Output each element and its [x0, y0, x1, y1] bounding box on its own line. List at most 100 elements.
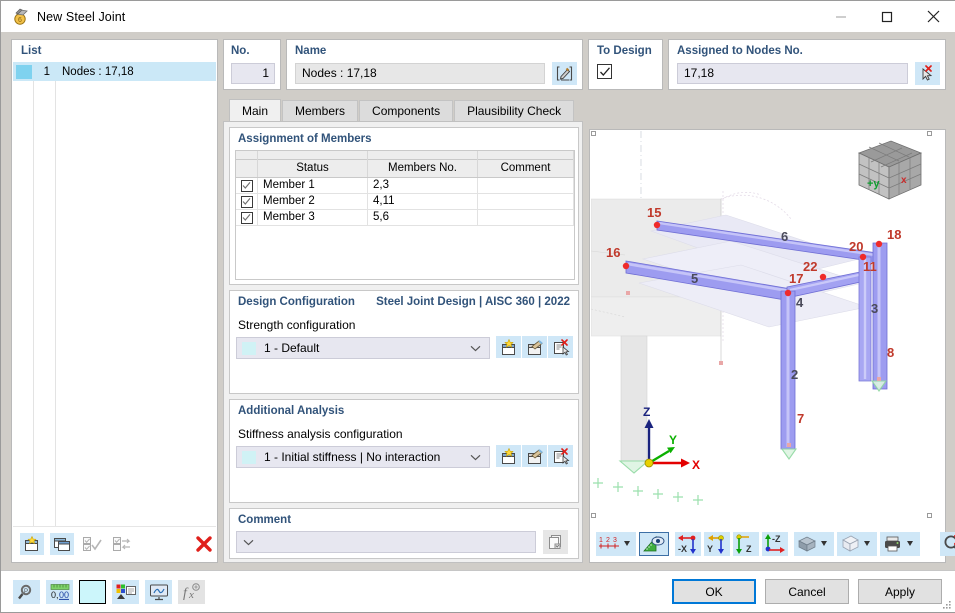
table-row[interactable]: Member 3 5,6: [236, 210, 574, 226]
table-row[interactable]: Member 1 2,3: [236, 178, 574, 194]
to-design-checkbox[interactable]: [597, 64, 612, 79]
viewport-handle[interactable]: [591, 513, 596, 518]
svg-text:2: 2: [791, 367, 798, 382]
pick-cursor-icon[interactable]: [915, 62, 940, 85]
maximize-button[interactable]: [864, 1, 910, 32]
select-all-button[interactable]: [80, 533, 104, 555]
delete-item-button[interactable]: [192, 533, 216, 555]
render-mode-button[interactable]: [639, 532, 669, 556]
row-checkbox[interactable]: [240, 195, 253, 208]
view-z-button[interactable]: Z: [733, 532, 759, 556]
color-swatch-button[interactable]: [79, 579, 106, 604]
display-properties-button[interactable]: [112, 579, 139, 604]
column-header-members-no: Members No.: [368, 160, 478, 177]
svg-text:3: 3: [871, 301, 878, 316]
row-checkbox[interactable]: [240, 211, 253, 224]
table-row[interactable]: Member 2 4,11: [236, 194, 574, 210]
tab-members[interactable]: Members: [282, 100, 359, 121]
formula-button[interactable]: f x: [178, 579, 205, 604]
units-button[interactable]: 0, 00: [46, 579, 73, 604]
name-input[interactable]: Nodes : 17,18: [295, 63, 545, 84]
delete-stiffness-configuration-button[interactable]: [548, 445, 573, 467]
assigned-nodes-label: Assigned to Nodes No.: [677, 45, 803, 57]
model-3d-view[interactable]: 15 16 18 20 11 22 17 7 8 6 5 4 2 3 Z X Y…: [591, 131, 932, 518]
assigned-nodes-input[interactable]: 17,18: [677, 63, 908, 84]
row-members-no: 4,11: [368, 194, 478, 209]
tab-components[interactable]: Components: [359, 100, 454, 121]
comment-group: Comment: [229, 508, 579, 559]
svg-text:P: P: [23, 589, 27, 595]
resize-grip[interactable]: [942, 599, 952, 609]
name-panel: Name Nodes : 17,18: [286, 39, 583, 90]
view-minus-x-button[interactable]: -X: [675, 532, 701, 556]
list-item-label: Nodes : 17,18: [62, 65, 134, 78]
zoom-reset-button[interactable]: [940, 532, 955, 556]
graphic-settings-button[interactable]: [145, 579, 172, 604]
list-panel-label: List: [21, 45, 42, 57]
numbering-button[interactable]: 1 2 3: [596, 532, 636, 556]
list-item-color-swatch: [16, 64, 32, 79]
copy-item-button[interactable]: [50, 533, 74, 555]
ok-button[interactable]: OK: [672, 579, 756, 604]
number-input[interactable]: 1: [231, 63, 275, 84]
tab-main[interactable]: Main: [229, 99, 282, 121]
new-item-button[interactable]: [20, 533, 44, 555]
apply-button[interactable]: Apply: [858, 579, 942, 604]
svg-text:Z: Z: [746, 544, 752, 554]
stiffness-configuration-value: 1 - Initial stiffness | No interaction: [264, 450, 441, 464]
new-steel-joint-dialog: 6 New Steel Joint List 1 Nodes: 17,18 N…: [0, 0, 955, 613]
svg-text:16: 16: [606, 245, 620, 260]
cancel-button[interactable]: Cancel: [765, 579, 849, 604]
viewport-handle[interactable]: [591, 131, 596, 136]
row-comment: [478, 210, 574, 225]
search-tool-button[interactable]: P: [13, 579, 40, 604]
svg-text:0,: 0,: [51, 590, 59, 600]
to-design-label: To Design: [597, 45, 652, 57]
list-item[interactable]: 1 Nodes : 17,18: [13, 62, 216, 81]
row-checkbox[interactable]: [240, 179, 253, 192]
new-configuration-button[interactable]: [496, 336, 521, 358]
row-checkbox-cell[interactable]: [236, 210, 258, 225]
svg-text:5: 5: [691, 271, 698, 286]
close-button[interactable]: [910, 1, 955, 32]
window-controls: [818, 1, 955, 32]
bottom-tool-group: P 0, 00 f x: [13, 579, 205, 604]
svg-text:Y: Y: [707, 544, 713, 554]
window-title: New Steel Joint: [37, 9, 126, 24]
stiffness-configuration-select[interactable]: 1 - Initial stiffness | No interaction: [236, 446, 490, 468]
strength-configuration-select[interactable]: 1 - Default: [236, 337, 490, 359]
row-status: Member 1: [258, 178, 368, 193]
svg-text:18: 18: [887, 227, 901, 242]
list-panel: List 1 Nodes : 17,18: [11, 39, 218, 563]
minimize-button[interactable]: [818, 1, 864, 32]
assignment-of-members-label: Assignment of Members: [238, 133, 372, 145]
comment-input[interactable]: [236, 531, 536, 553]
delete-configuration-button[interactable]: [548, 336, 573, 358]
edit-stiffness-configuration-button[interactable]: [522, 445, 547, 467]
edit-configuration-button[interactable]: [522, 336, 547, 358]
additional-analysis-label: Additional Analysis: [238, 405, 345, 417]
assignment-table[interactable]: Status Members No. Comment Member 1 2,3: [235, 150, 575, 280]
design-configuration-label: Design Configuration: [238, 296, 355, 308]
view-minus-z-button[interactable]: -Z: [762, 532, 788, 556]
viewport-handle[interactable]: [927, 131, 932, 136]
edit-pencil-icon[interactable]: [552, 62, 577, 85]
viewport-toolbar: 1 2 3 -X Y Z -Z: [591, 527, 955, 561]
view-y-button[interactable]: Y: [704, 532, 730, 556]
stiffness-configuration-label: Stiffness analysis configuration: [238, 427, 403, 441]
chevron-down-icon: [243, 535, 254, 549]
print-button[interactable]: [880, 532, 920, 556]
wireframe-button[interactable]: [837, 532, 877, 556]
invert-selection-button[interactable]: [110, 533, 134, 555]
row-checkbox-cell[interactable]: [236, 194, 258, 209]
new-stiffness-configuration-button[interactable]: [496, 445, 521, 467]
copy-pages-icon[interactable]: [543, 530, 568, 554]
viewport-handle[interactable]: [927, 513, 932, 518]
display-style-button[interactable]: [794, 532, 834, 556]
svg-text:8: 8: [887, 345, 894, 360]
row-checkbox-cell[interactable]: [236, 178, 258, 193]
svg-text:3: 3: [613, 537, 617, 544]
tab-plausibility-check[interactable]: Plausibility Check: [454, 100, 575, 121]
list-grid[interactable]: 1 Nodes : 17,18: [13, 62, 216, 526]
svg-text:-X: -X: [678, 544, 687, 554]
